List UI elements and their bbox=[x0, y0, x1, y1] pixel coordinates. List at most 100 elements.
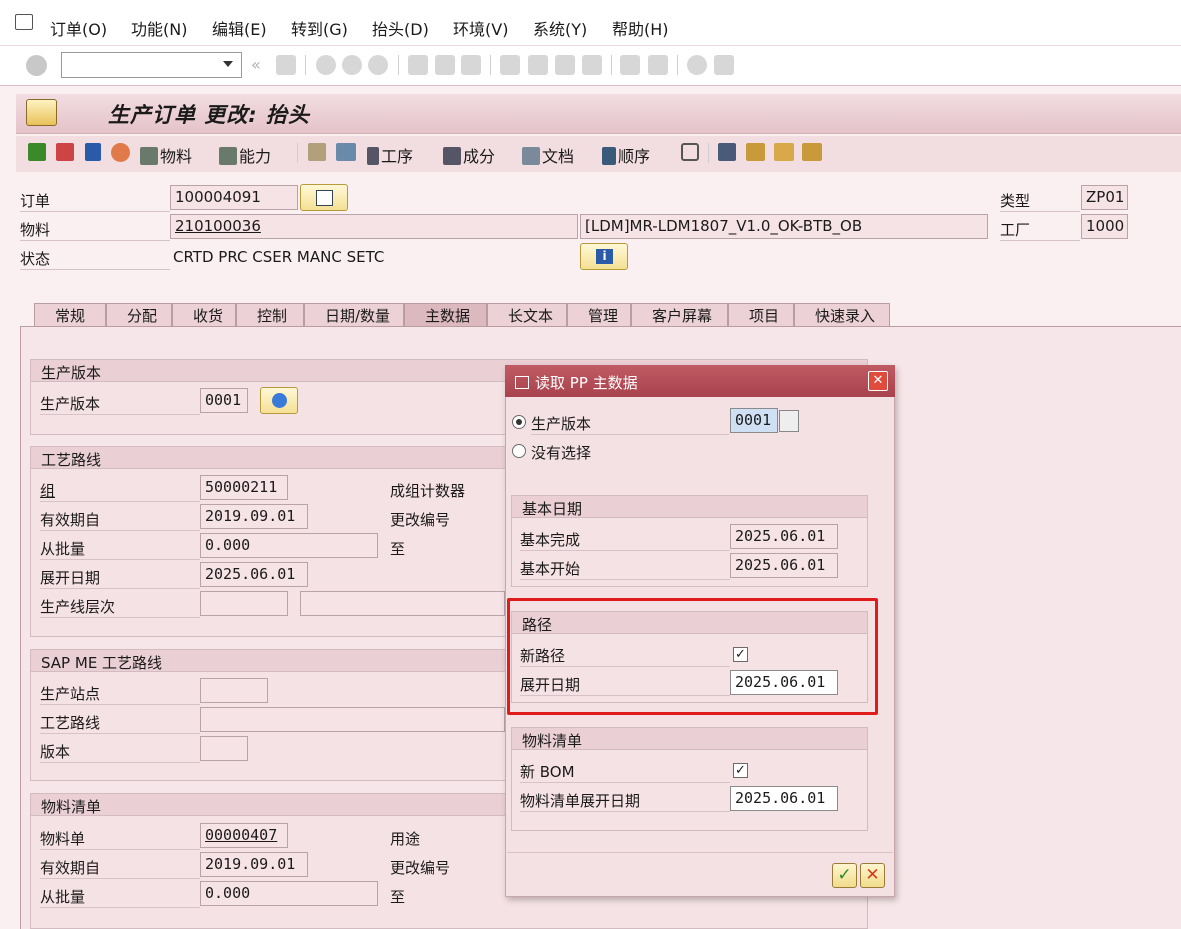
next-page-icon[interactable] bbox=[555, 55, 575, 75]
bom-to-label: 至 bbox=[390, 888, 406, 906]
back-icon[interactable] bbox=[316, 55, 336, 75]
toolbar-separator bbox=[611, 55, 612, 75]
material-button[interactable]: 物料 bbox=[140, 143, 192, 167]
type-field: ZP01 bbox=[1081, 185, 1128, 210]
menu-icon[interactable] bbox=[15, 14, 33, 30]
find-next-icon[interactable] bbox=[461, 55, 481, 75]
capacity-button[interactable]: 能力 bbox=[219, 143, 271, 167]
routing-explode-date-field[interactable]: 2025.06.01 bbox=[200, 562, 308, 587]
tab-quick-entry[interactable]: 快速录入 bbox=[794, 303, 890, 327]
material-icon bbox=[140, 147, 158, 165]
exit-icon[interactable] bbox=[342, 55, 362, 75]
routing-group-field[interactable]: 50000211 bbox=[200, 475, 288, 500]
tab-customer-screen[interactable]: 客户屏幕 bbox=[631, 303, 728, 327]
tab-project[interactable]: 项目 bbox=[728, 303, 794, 327]
tab-dates-quantities[interactable]: 日期/数量 bbox=[304, 303, 404, 327]
tab-goods-receipt[interactable]: 收货 bbox=[172, 303, 236, 327]
calendar-icon[interactable] bbox=[56, 143, 74, 161]
shortcut-icon[interactable] bbox=[648, 55, 668, 75]
documents-button[interactable]: 文档 bbox=[522, 143, 574, 167]
radio-production-version[interactable] bbox=[512, 415, 526, 429]
close-icon[interactable]: ✕ bbox=[868, 371, 888, 391]
copy-icon[interactable] bbox=[779, 410, 799, 432]
change-order-button[interactable] bbox=[300, 184, 348, 211]
tree-icon[interactable] bbox=[746, 143, 765, 161]
documents-icon bbox=[522, 147, 540, 165]
sequence-button[interactable]: 顺序 bbox=[602, 143, 650, 167]
calculator-icon[interactable] bbox=[85, 143, 101, 161]
routing-group-label[interactable]: 组 bbox=[40, 480, 200, 502]
find-icon[interactable] bbox=[435, 55, 455, 75]
chevron-down-icon[interactable] bbox=[223, 61, 233, 67]
chevron-left-icon: « bbox=[251, 55, 261, 74]
table-icon[interactable] bbox=[718, 143, 736, 161]
tab-administration[interactable]: 管理 bbox=[567, 303, 631, 327]
new-session-icon[interactable] bbox=[620, 55, 640, 75]
toolbar-separator bbox=[305, 55, 306, 75]
cancel-icon[interactable] bbox=[368, 55, 388, 75]
group-title: 基本日期 bbox=[512, 496, 867, 518]
line-level-description bbox=[300, 591, 505, 616]
cube-icon[interactable] bbox=[681, 143, 699, 161]
production-version-button[interactable] bbox=[260, 387, 298, 414]
tab-control[interactable]: 控制 bbox=[236, 303, 304, 327]
app-icon[interactable] bbox=[26, 99, 57, 126]
basic-finish-field: 2025.06.01 bbox=[730, 524, 838, 549]
tab-assignment[interactable]: 分配 bbox=[106, 303, 172, 327]
sapme-routing-field[interactable] bbox=[200, 707, 505, 732]
bom-from-lot-field[interactable]: 0.000 bbox=[200, 881, 378, 906]
production-version-field[interactable]: 0001 bbox=[200, 388, 248, 413]
tab-master-data[interactable]: 主数据 bbox=[404, 303, 487, 327]
command-field[interactable] bbox=[61, 52, 242, 78]
menu-edit[interactable]: 编辑(E) bbox=[212, 16, 267, 40]
bom-valid-from-field[interactable]: 2019.09.01 bbox=[200, 852, 308, 877]
new-bom-checkbox[interactable]: ✓ bbox=[733, 763, 748, 778]
lifebuoy-icon[interactable] bbox=[111, 143, 130, 162]
layout-icon[interactable] bbox=[714, 55, 734, 75]
radio-production-version-label: 生产版本 bbox=[531, 413, 729, 435]
menu-help[interactable]: 帮助(H) bbox=[612, 16, 669, 40]
first-page-icon[interactable] bbox=[500, 55, 520, 75]
status-info-button[interactable]: i bbox=[580, 243, 628, 270]
grid-icon[interactable] bbox=[802, 143, 822, 161]
bom-field[interactable]: 00000407 bbox=[200, 823, 288, 848]
menu-environment[interactable]: 环境(V) bbox=[453, 16, 508, 40]
tab-long-text[interactable]: 长文本 bbox=[487, 303, 567, 327]
basic-start-field: 2025.06.01 bbox=[730, 553, 838, 578]
menu-order[interactable]: 订单(O) bbox=[50, 16, 107, 40]
dialog-title-bar: 读取 PP 主数据 bbox=[505, 365, 895, 397]
help-icon[interactable] bbox=[687, 55, 707, 75]
last-page-icon[interactable] bbox=[582, 55, 602, 75]
previous-page-icon[interactable] bbox=[528, 55, 548, 75]
cancel-button[interactable]: ✕ bbox=[860, 863, 885, 888]
sapme-version-field[interactable] bbox=[200, 736, 248, 761]
tab-general[interactable]: 常规 bbox=[34, 303, 106, 327]
menu-system[interactable]: 系统(Y) bbox=[533, 16, 587, 40]
hierarchy-icon[interactable] bbox=[308, 143, 326, 161]
print-icon[interactable] bbox=[408, 55, 428, 75]
enter-icon[interactable] bbox=[26, 55, 47, 76]
order-field[interactable]: 100004091 bbox=[170, 185, 298, 210]
radio-no-selection[interactable] bbox=[512, 444, 526, 458]
confirm-button[interactable]: ✓ bbox=[832, 863, 857, 888]
dialog-version-field[interactable]: 0001 bbox=[730, 408, 778, 433]
line-level-field[interactable] bbox=[200, 591, 288, 616]
flag-icon[interactable] bbox=[28, 143, 46, 161]
menu-function[interactable]: 功能(N) bbox=[131, 16, 187, 40]
stack-icon[interactable] bbox=[336, 143, 356, 161]
dialog-menu-icon[interactable] bbox=[515, 376, 529, 389]
routing-to-label: 至 bbox=[390, 540, 406, 558]
save-icon[interactable] bbox=[276, 55, 296, 75]
plant-label: 工厂 bbox=[1000, 219, 1080, 241]
menu-header[interactable]: 抬头(D) bbox=[372, 16, 429, 40]
components-button[interactable]: 成分 bbox=[443, 143, 495, 167]
bom-explode-field[interactable]: 2025.06.01 bbox=[730, 786, 838, 811]
operations-button[interactable]: 工序 bbox=[367, 143, 413, 167]
sort-icon[interactable] bbox=[774, 143, 794, 161]
new-bom-label: 新 BOM bbox=[520, 761, 730, 783]
routing-from-lot-field[interactable]: 0.000 bbox=[200, 533, 378, 558]
material-field[interactable]: 210100036 bbox=[170, 214, 578, 239]
menu-goto[interactable]: 转到(G) bbox=[291, 16, 348, 40]
routing-valid-from-field[interactable]: 2019.09.01 bbox=[200, 504, 308, 529]
station-field[interactable] bbox=[200, 678, 268, 703]
